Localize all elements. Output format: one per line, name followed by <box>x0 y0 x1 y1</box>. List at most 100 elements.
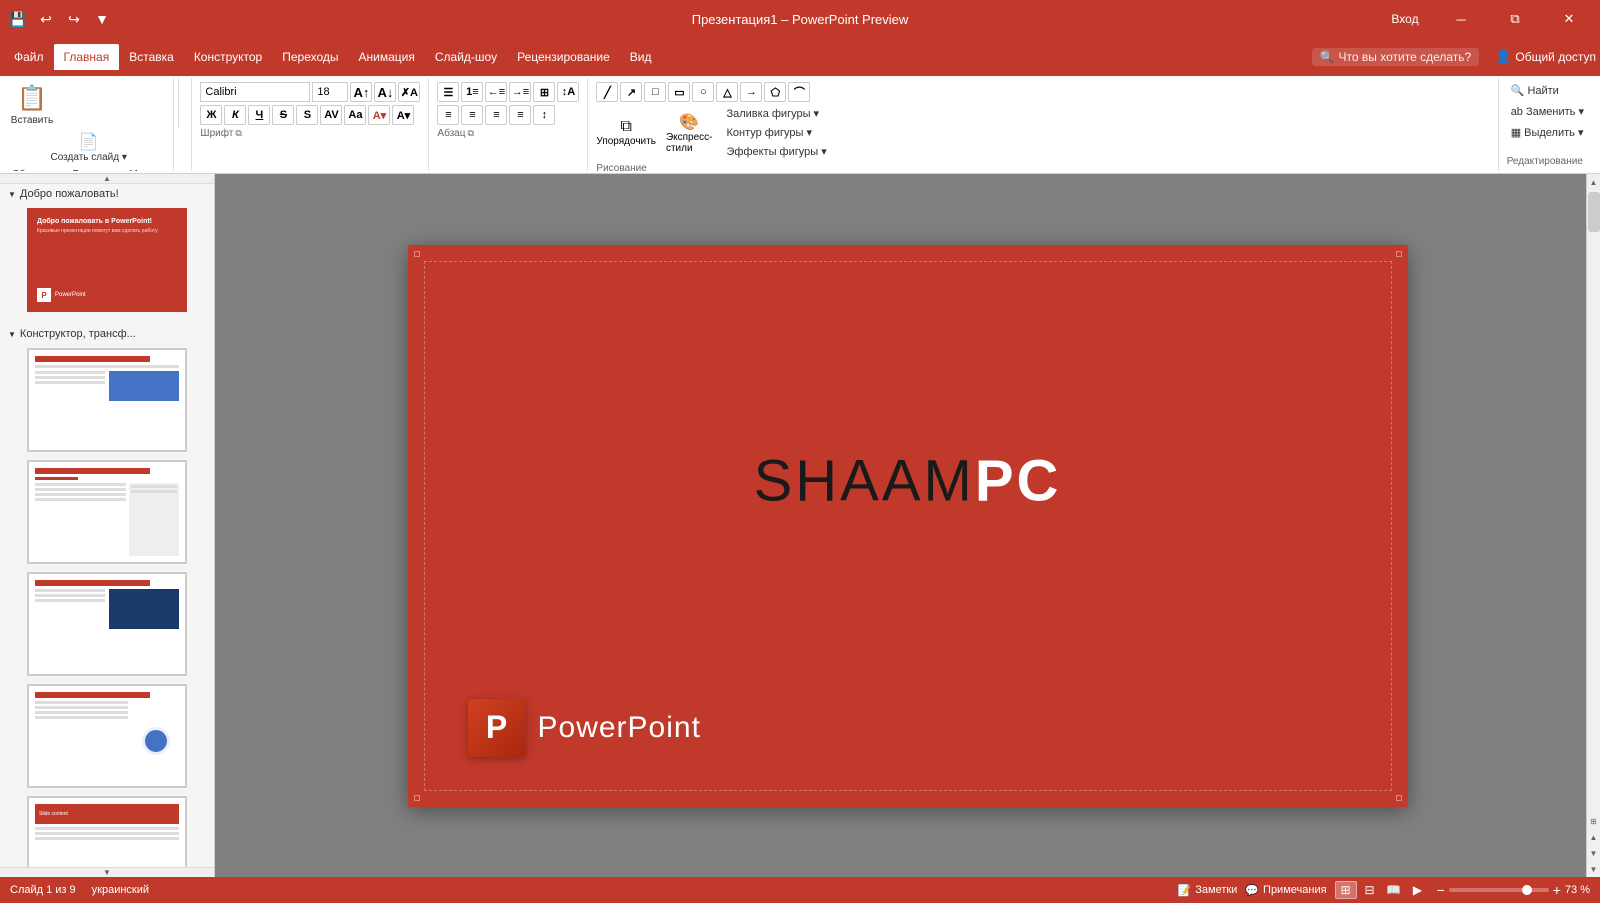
increase-font-btn[interactable]: A↑ <box>350 82 372 102</box>
select-button[interactable]: ▦ Выделить ▾ <box>1507 124 1588 141</box>
fit-slide-btn[interactable]: ⊞ <box>1587 813 1600 829</box>
login-btn[interactable]: Вход <box>1380 9 1430 29</box>
section-header-1[interactable]: ▼ Добро пожаловать! <box>0 184 214 204</box>
customize-icon[interactable]: ▼ <box>92 9 112 29</box>
slide-sorter-btn[interactable]: ⊟ <box>1359 881 1381 899</box>
arrange-button[interactable]: ⧉ Упорядочить <box>596 108 656 158</box>
menu-file[interactable]: Файл <box>4 44 54 70</box>
font-color-btn[interactable]: А▾ <box>392 105 414 125</box>
panel-scroll-down[interactable]: ▼ <box>0 867 214 877</box>
minimize-btn[interactable]: ─ <box>1438 0 1484 38</box>
paste-button[interactable]: 📋 Вставить <box>8 82 56 128</box>
reset-button[interactable]: Сбросить <box>8 167 60 171</box>
font-name-input[interactable] <box>200 82 310 102</box>
rect-tool[interactable]: □ <box>644 82 666 102</box>
clear-format-btn[interactable]: ✗A <box>398 82 420 102</box>
slide-item-2[interactable]: 2 <box>0 344 214 456</box>
connector-tool[interactable]: ⌒ <box>788 82 810 102</box>
scroll-down-btn[interactable]: ▼ <box>1587 861 1600 877</box>
slide-thumbnail-2[interactable] <box>27 348 187 452</box>
zoom-plus-btn[interactable]: + <box>1553 882 1561 898</box>
zoom-slider-thumb[interactable] <box>1522 885 1532 895</box>
find-button[interactable]: 🔍 Найти <box>1507 82 1588 99</box>
underline-btn[interactable]: Ч <box>248 105 270 125</box>
change-case-btn[interactable]: Аа <box>344 105 366 125</box>
slide-thumbnail-3[interactable] <box>27 460 187 564</box>
arrow-tool[interactable]: ↗ <box>620 82 642 102</box>
share-btn[interactable]: 👤 Общий доступ <box>1495 49 1596 65</box>
menu-slideshow[interactable]: Слайд-шоу <box>425 44 507 70</box>
text-direction-btn[interactable]: ↕A <box>557 82 579 102</box>
reading-view-btn[interactable]: 📖 <box>1383 881 1405 899</box>
section-header-2[interactable]: ▼ Конструктор, трансф... <box>0 324 214 344</box>
slide-thumbnail-1[interactable]: Добро пожаловать в PowerPoint! Красивые … <box>27 208 187 312</box>
restore-btn[interactable]: ⧉ <box>1492 0 1538 38</box>
next-slide-btn[interactable]: ▼ <box>1587 845 1600 861</box>
italic-btn[interactable]: К <box>224 105 246 125</box>
shadow-btn[interactable]: S <box>296 105 318 125</box>
outline-button[interactable]: Контур фигуры ▾ <box>722 124 830 141</box>
prev-slide-btn[interactable]: ▲ <box>1587 829 1600 845</box>
decrease-indent-btn[interactable]: ←≡ <box>485 82 507 102</box>
bullets-btn[interactable]: ☰ <box>437 82 459 102</box>
slide-item-1[interactable]: 1 Добро пожаловать в PowerPoint! Красивы… <box>0 204 214 316</box>
slide-item-3[interactable]: 3 <box>0 456 214 568</box>
undo-icon[interactable]: ↩ <box>36 9 56 29</box>
close-btn[interactable]: ✕ <box>1546 0 1592 38</box>
oval-tool[interactable]: ○ <box>692 82 714 102</box>
notes-btn[interactable]: 📝 Заметки <box>1178 884 1238 897</box>
slide-item-5[interactable]: 5 <box>0 680 214 792</box>
slide-thumbnail-6[interactable]: Slide content <box>27 796 187 877</box>
menu-design[interactable]: Конструктор <box>184 44 272 70</box>
strikethrough-btn[interactable]: S <box>272 105 294 125</box>
redo-icon[interactable]: ↪ <box>64 9 84 29</box>
line <box>35 701 128 704</box>
font-size-input[interactable] <box>312 82 348 102</box>
effects-button[interactable]: Эффекты фигуры ▾ <box>722 143 830 160</box>
comments-btn[interactable]: 💬 Примечания <box>1245 884 1326 897</box>
zoom-slider[interactable] <box>1449 888 1549 892</box>
layout-button[interactable]: Макет ▾ <box>125 167 169 171</box>
font-spacing-btn[interactable]: AV <box>320 105 342 125</box>
zoom-minus-btn[interactable]: − <box>1437 882 1445 898</box>
decrease-font-btn[interactable]: A↓ <box>374 82 396 102</box>
scroll-thumb[interactable] <box>1588 192 1600 232</box>
numbering-btn[interactable]: 1≡ <box>461 82 483 102</box>
line-tool[interactable]: ╱ <box>596 82 618 102</box>
menu-home[interactable]: Главная <box>54 44 120 70</box>
new-slide-button[interactable]: 📄 Создать слайд ▾ <box>8 132 169 163</box>
bold-btn[interactable]: Ж <box>200 105 222 125</box>
slide-canvas[interactable]: SHAAM PC P PowerPoint <box>408 245 1408 807</box>
align-center-btn[interactable]: ≡ <box>461 105 483 125</box>
menu-transitions[interactable]: Переходы <box>272 44 348 70</box>
rounded-rect-tool[interactable]: ▭ <box>668 82 690 102</box>
fill-button[interactable]: Заливка фигуры ▾ <box>722 105 830 122</box>
increase-indent-btn[interactable]: →≡ <box>509 82 531 102</box>
pentagon-tool[interactable]: ⬠ <box>764 82 786 102</box>
slideshow-btn[interactable]: ▶ <box>1407 881 1429 899</box>
menu-insert[interactable]: Вставка <box>119 44 184 70</box>
align-left-btn[interactable]: ≡ <box>437 105 459 125</box>
menu-view[interactable]: Вид <box>620 44 662 70</box>
right-arrow-shape[interactable]: → <box>740 82 762 102</box>
menu-animations[interactable]: Анимация <box>349 44 425 70</box>
menu-review[interactable]: Рецензирование <box>507 44 620 70</box>
search-box[interactable]: 🔍 Что вы хотите сделать? <box>1312 48 1480 66</box>
line-spacing-btn[interactable]: ↕ <box>533 105 555 125</box>
columns-btn[interactable]: ⊞ <box>533 82 555 102</box>
replace-button[interactable]: ab Заменить ▾ <box>1507 103 1588 120</box>
slide-thumbnail-4[interactable] <box>27 572 187 676</box>
triangle-tool[interactable]: △ <box>716 82 738 102</box>
normal-view-btn[interactable]: ⊞ <box>1335 881 1357 899</box>
slide-item-4[interactable]: 4 <box>0 568 214 680</box>
save-icon[interactable]: 💾 <box>8 9 28 29</box>
quick-styles-button[interactable]: 🎨 Экспресс-стили <box>666 108 713 158</box>
section-button[interactable]: Раздел ▾ <box>68 167 117 171</box>
panel-scroll-up[interactable]: ▲ <box>0 174 214 184</box>
justify-btn[interactable]: ≡ <box>509 105 531 125</box>
scroll-up-btn[interactable]: ▲ <box>1587 174 1600 190</box>
slide-item-6[interactable]: 6 Slide content <box>0 792 214 877</box>
font-color-highlight-btn[interactable]: А▾ <box>368 105 390 125</box>
slide-thumbnail-5[interactable] <box>27 684 187 788</box>
align-right-btn[interactable]: ≡ <box>485 105 507 125</box>
